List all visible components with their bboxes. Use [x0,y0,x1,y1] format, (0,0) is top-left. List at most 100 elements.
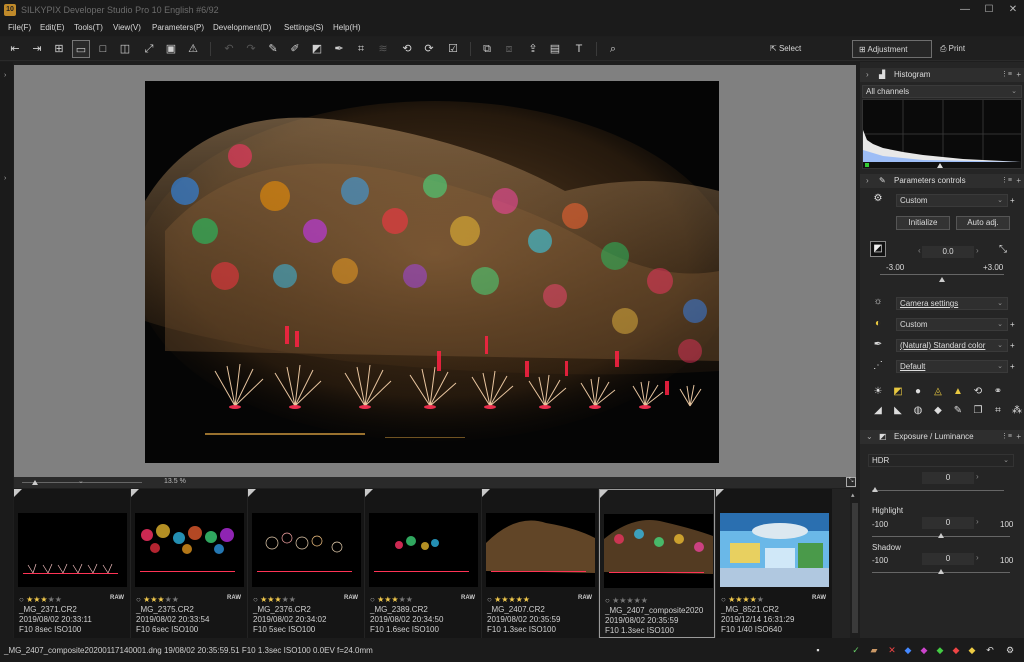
increase-arrow-icon[interactable]: › [976,472,979,481]
lens-tool-icon[interactable]: ⚭ [991,386,1005,397]
panel-add-icon[interactable]: + [1016,432,1021,441]
brush-icon[interactable]: ✒ [330,40,348,58]
star-icon[interactable]: ★ [40,595,47,604]
hdr-slider-thumb[interactable] [872,487,878,492]
increase-arrow-icon[interactable]: › [976,246,979,255]
increase-arrow-icon[interactable]: › [976,517,979,526]
menu-edit[interactable]: Edit(E) [40,23,64,32]
panel-add-icon[interactable]: + [1016,70,1021,79]
vignette-tool-icon[interactable]: ◍ [911,405,925,416]
star-icon[interactable]: ★ [55,595,62,604]
star-icon[interactable]: ★ [391,595,398,604]
star-icon[interactable]: ★ [523,595,530,604]
previous-image-icon[interactable]: ⇤ [6,40,24,58]
star-icon[interactable]: ★ [282,595,289,604]
collapse-chevron-icon[interactable]: › [866,176,869,185]
preset-add-icon[interactable]: + [1010,196,1015,205]
rotate-tool-icon[interactable]: ⟲ [971,386,985,397]
panel-add-icon[interactable]: + [1016,176,1021,185]
star-icon[interactable]: ★ [757,595,764,604]
next-image-icon[interactable]: ⇥ [28,40,46,58]
white-balance-picker-icon[interactable]: ✐ [286,40,304,58]
lock-icon[interactable]: ▪ [812,645,824,655]
close-button[interactable]: ✕ [1006,3,1020,17]
exposure-slider-thumb[interactable] [939,277,945,282]
tag-purple-icon[interactable]: ◆ [918,645,930,656]
single-view-icon[interactable]: □ [94,40,112,58]
star-icon[interactable]: ★ [274,595,281,604]
parameters-controls-header[interactable]: › ✎ Parameters controls ⋮≡ + [860,174,1024,188]
thumbnail-item[interactable]: ○ ★★★★★ RAW _MG_2407.CR2 2019/08/02 20:3… [482,489,598,638]
star-icon[interactable]: ★ [634,596,641,605]
reject-toggle-icon[interactable]: ○ [487,595,494,604]
menu-development[interactable]: Development(D) [213,23,271,32]
settings-status-icon[interactable]: ⚙ [1004,645,1016,656]
menu-file[interactable]: File(F) [8,23,31,32]
crop-tool-icon[interactable]: ⌗ [991,405,1005,416]
checkbox-mark-icon[interactable]: ☑ [444,40,462,58]
thumbnail-item[interactable]: ○ ★★★★★ RAW _MG_8521.CR2 2019/12/14 16:3… [716,489,832,638]
minimize-button[interactable]: — [958,3,972,17]
reject-toggle-icon[interactable]: ○ [136,595,143,604]
layers-icon[interactable]: ≋ [374,40,392,58]
white-balance-select[interactable]: Camera settings ⌄ [896,297,1008,310]
text-tool-icon[interactable]: T [570,40,588,58]
preview-thumbnail-view-icon[interactable]: ▭ [72,40,90,58]
develop-icon[interactable]: ▤ [546,40,564,58]
color-add-icon[interactable]: + [1010,341,1015,350]
zoom-slider-thumb[interactable] [32,480,38,485]
fish-eye-tool-icon[interactable]: ◆ [931,405,945,416]
thumbnail-item-selected[interactable]: ○ ★★★★★ _MG_2407_composite2020 2019/08/0… [599,489,715,638]
hdr-section-select[interactable]: HDR ⌄ [868,454,1014,467]
zoom-search-icon[interactable]: ⌕ [604,40,622,58]
dehaze-tool-icon[interactable]: ▲ [951,386,965,397]
tag-yellow-icon[interactable]: ◆ [966,645,978,656]
reject-icon[interactable]: ✕ [886,645,898,656]
star-icon[interactable]: ★ [516,595,523,604]
thumbnail-scrollbar[interactable]: ▴ [850,489,860,638]
saturation-tool-icon[interactable]: ● [911,386,925,397]
expand-left-panel-icon[interactable]: › [4,72,6,79]
menu-parameters[interactable]: Parameters(P) [152,23,204,32]
highlight-slider-thumb[interactable] [938,533,944,538]
print-mode-button[interactable]: ⎙ Print [940,40,965,58]
thumbnail-item[interactable]: ○ ★★★★★ RAW _MG_2389.CR2 2019/08/02 20:3… [365,489,481,638]
zoom-chevron-icon[interactable]: ⌄ [78,477,84,485]
zoom-value[interactable]: 13.5 % [164,478,186,485]
star-icon[interactable]: ★ [742,595,749,604]
reject-toggle-icon[interactable]: ○ [19,595,26,604]
panel-menu-icon[interactable]: ⋮≡ [1001,176,1012,184]
exposure-luminance-header[interactable]: ⌄ ◩ Exposure / Luminance ⋮≡ + [860,430,1024,444]
star-icon[interactable]: ★ [48,595,55,604]
reject-toggle-icon[interactable]: ○ [253,595,260,604]
shadow-slider-thumb[interactable] [938,569,944,574]
star-icon[interactable]: ★ [508,595,515,604]
rotate-right-icon[interactable]: ⟳ [420,40,438,58]
fit-screen-icon[interactable]: ⤢ [140,40,158,58]
star-icon[interactable]: ★ [626,596,633,605]
star-icon[interactable]: ★ [165,595,172,604]
reject-toggle-icon[interactable]: ○ [605,596,612,605]
rating-stars[interactable]: ○ ★★★★★ [253,595,296,604]
histogram-channel-select[interactable]: All channels ⌄ [862,85,1022,98]
collapse-chevron-icon[interactable]: › [866,70,869,79]
rating-stars[interactable]: ○ ★★★★★ [370,595,413,604]
star-icon[interactable]: ★ [406,595,413,604]
adjustment-mode-button[interactable]: ⊞ Adjustment [852,40,932,58]
color-tool-icon[interactable]: ◢ [871,405,885,416]
undo-icon[interactable]: ↶ [220,40,238,58]
tone-select[interactable]: Custom ⌄ [896,318,1008,331]
tone-add-icon[interactable]: + [1010,320,1015,329]
crop-icon[interactable]: ⌗ [352,40,370,58]
star-icon[interactable]: ★ [157,595,164,604]
initialize-button[interactable]: Initialize [896,216,950,230]
reject-toggle-icon[interactable]: ○ [721,595,728,604]
panel-menu-icon[interactable]: ⋮≡ [1001,70,1012,78]
color-select[interactable]: (Natural) Standard color ⌄ [896,339,1008,352]
rating-stars[interactable]: ○ ★★★★★ [19,595,62,604]
decrease-arrow-icon[interactable]: ‹ [918,246,921,255]
star-icon[interactable]: ★ [399,595,406,604]
rating-stars[interactable]: ○ ★★★★★ [136,595,179,604]
rotate-left-icon[interactable]: ⟲ [398,40,416,58]
histogram-header[interactable]: › ▟ Histogram ⋮≡ + [860,68,1024,82]
